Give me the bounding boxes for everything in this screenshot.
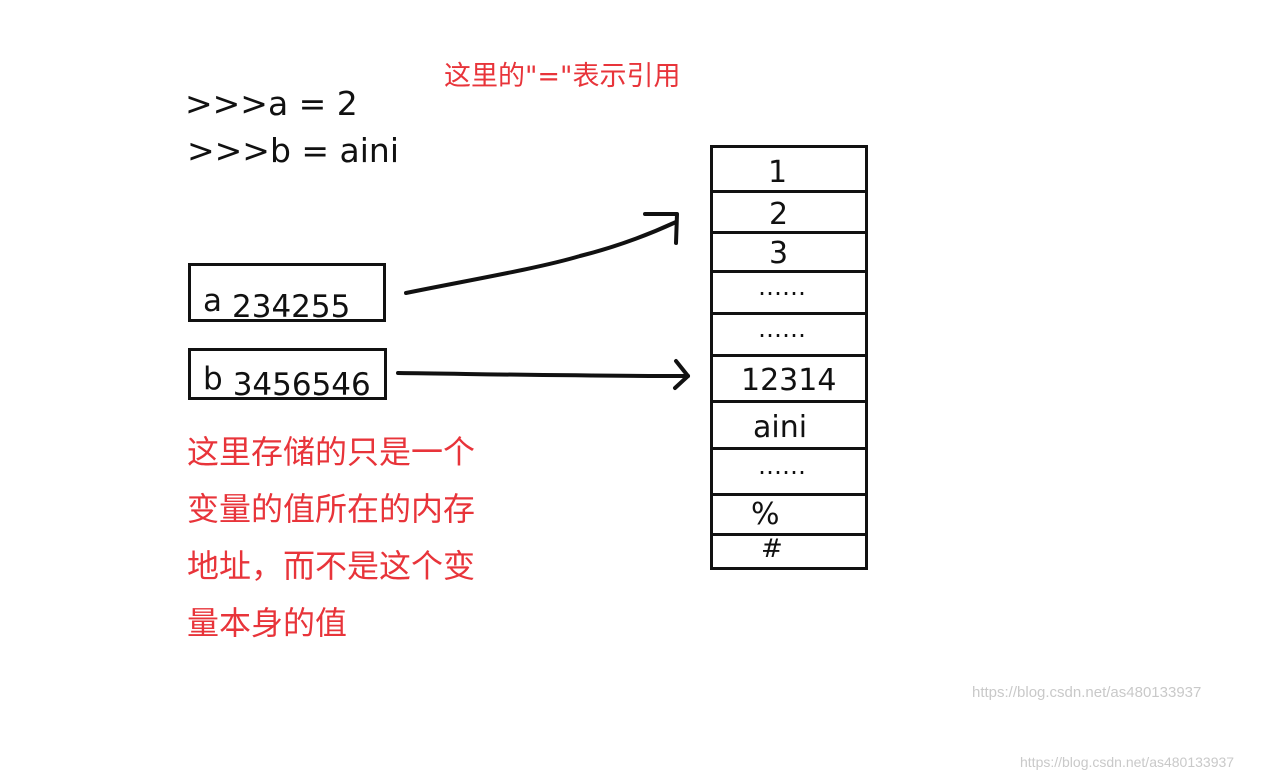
watermark: https://blog.csdn.net/as480133937 [1020,754,1235,770]
arrow-a-to-memory [404,220,678,295]
watermark: https://blog.csdn.net/as480133937 [972,684,1202,701]
arrow-b-to-memory [396,371,690,378]
arrows-layer [396,212,690,390]
